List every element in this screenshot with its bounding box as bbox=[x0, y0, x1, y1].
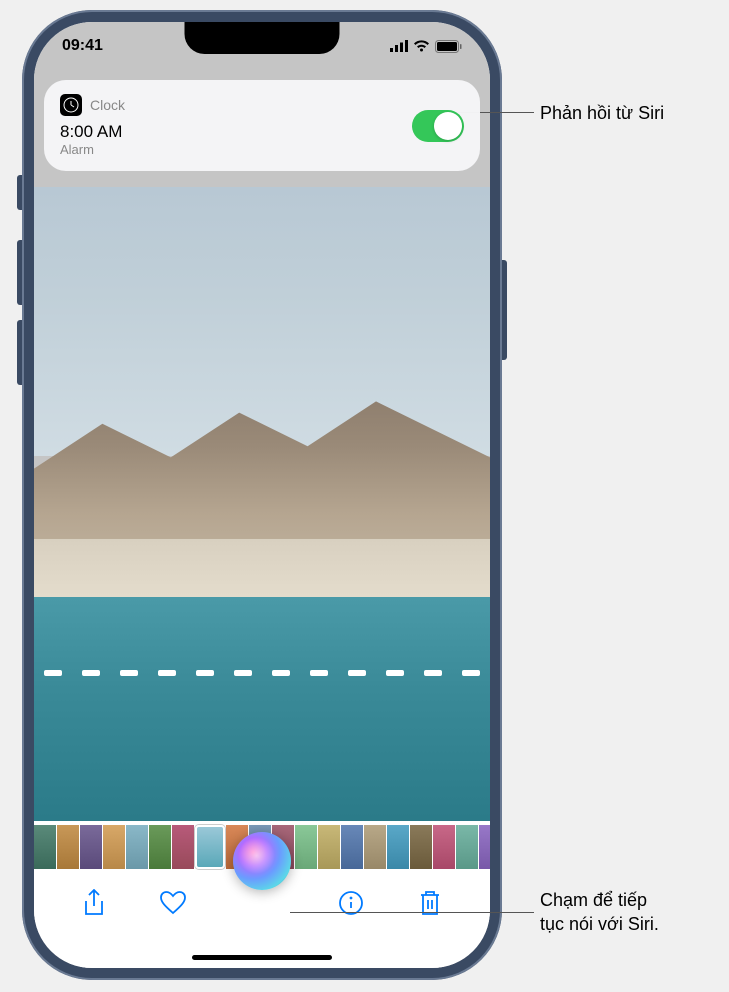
phone-frame: 09:41 Clock 8:00 AM Alarm bbox=[22, 10, 502, 980]
thumbnail[interactable] bbox=[149, 825, 171, 869]
favorite-button[interactable] bbox=[153, 883, 193, 923]
photo-viewer[interactable] bbox=[34, 187, 490, 827]
notification-header: Clock bbox=[60, 94, 412, 116]
thumbnail[interactable] bbox=[433, 825, 455, 869]
thumbnail[interactable] bbox=[341, 825, 363, 869]
thumbnail[interactable] bbox=[126, 825, 148, 869]
callout-siri-continue: Chạm để tiếp tục nói với Siri. bbox=[540, 888, 659, 937]
thumbnail[interactable] bbox=[103, 825, 125, 869]
power-button bbox=[502, 260, 507, 360]
status-time: 09:41 bbox=[62, 37, 103, 55]
notch bbox=[185, 22, 340, 54]
notification-body: Clock 8:00 AM Alarm bbox=[60, 94, 412, 157]
thumbnail[interactable] bbox=[479, 825, 490, 869]
battery-icon bbox=[435, 40, 462, 53]
wifi-icon bbox=[413, 40, 430, 52]
thumbnail[interactable] bbox=[318, 825, 340, 869]
thumbnail[interactable] bbox=[410, 825, 432, 869]
siri-notification-card[interactable]: Clock 8:00 AM Alarm bbox=[44, 80, 480, 171]
callout-line bbox=[290, 912, 534, 913]
thumbnail[interactable] bbox=[387, 825, 409, 869]
clock-app-icon bbox=[60, 94, 82, 116]
callout-siri-response: Phản hồi từ Siri bbox=[540, 101, 664, 125]
thumbnail[interactable] bbox=[195, 825, 225, 869]
screen: 09:41 Clock 8:00 AM Alarm bbox=[34, 22, 490, 968]
photo-boats bbox=[34, 635, 490, 712]
home-indicator[interactable] bbox=[192, 955, 332, 960]
thumbnail[interactable] bbox=[172, 825, 194, 869]
status-icons bbox=[390, 40, 462, 53]
thumbnail[interactable] bbox=[364, 825, 386, 869]
cellular-icon bbox=[390, 40, 408, 52]
info-button[interactable] bbox=[331, 883, 371, 923]
share-button[interactable] bbox=[74, 883, 114, 923]
photo-sky bbox=[34, 187, 490, 456]
siri-orb[interactable] bbox=[233, 832, 291, 890]
alarm-toggle[interactable] bbox=[412, 110, 464, 142]
thumbnail[interactable] bbox=[34, 825, 56, 869]
thumbnail[interactable] bbox=[456, 825, 478, 869]
thumbnail[interactable] bbox=[80, 825, 102, 869]
alarm-time: 8:00 AM bbox=[60, 122, 412, 142]
delete-button[interactable] bbox=[410, 883, 450, 923]
alarm-label: Alarm bbox=[60, 142, 412, 157]
thumbnail[interactable] bbox=[57, 825, 79, 869]
notification-app-name: Clock bbox=[90, 97, 125, 113]
thumbnail[interactable] bbox=[295, 825, 317, 869]
